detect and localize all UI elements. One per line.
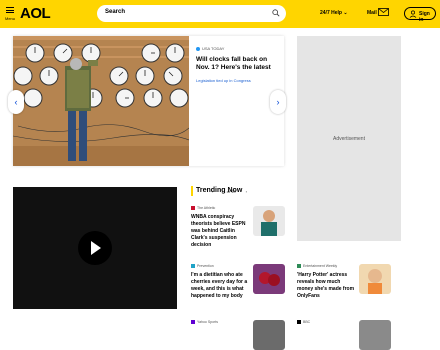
trending-thumbnail[interactable]	[253, 206, 285, 236]
menu-label: Menu	[5, 16, 16, 21]
trending-thumbnail[interactable]	[359, 264, 391, 294]
yahoo-sports-logo-icon	[191, 320, 195, 324]
hero-source-label: USA TODAY	[202, 46, 225, 51]
trending-source-label: Yahoo Sports	[197, 320, 218, 324]
hero-sublink[interactable]: Legislation tied up in Congress	[196, 78, 280, 83]
pager-next-icon[interactable]: ›	[246, 189, 247, 194]
entertainment-weekly-logo-icon	[297, 264, 301, 268]
carousel-next-button[interactable]: ›	[270, 90, 286, 114]
sign-in-button[interactable]: Sign in	[404, 7, 436, 23]
trending-headline[interactable]: I'm a dietitian who ate cherries every d…	[191, 272, 251, 300]
trending-source-label: Entertainment Weekly	[303, 264, 338, 268]
trending-thumbnail[interactable]	[253, 264, 285, 294]
help-menu[interactable]: 24/7 Help ⌄	[320, 10, 348, 16]
trending-source-label: Prevention	[197, 264, 214, 268]
aol-logo[interactable]: AOL	[20, 5, 51, 22]
trending-source-label: BBC	[303, 320, 311, 324]
ad-slot[interactable]: Advertisement	[297, 36, 401, 241]
trending-card[interactable]: BBC	[297, 320, 392, 350]
play-icon[interactable]	[78, 231, 112, 265]
the-athletic-logo-icon	[191, 206, 195, 210]
hamburger-icon	[6, 7, 14, 13]
prevention-logo-icon	[191, 264, 195, 268]
search-icon[interactable]	[272, 9, 280, 17]
trending-accent-bar	[191, 186, 193, 196]
carousel-prev-button[interactable]: ‹	[8, 90, 24, 114]
trending-heading: Trending Now	[196, 187, 243, 194]
trending-card[interactable]: Yahoo Sports	[191, 320, 286, 350]
sign-in-icon	[409, 10, 417, 18]
mail-link[interactable]: Mail	[367, 10, 377, 16]
trending-card[interactable]: Entertainment Weekly 'Harry Potter' actr…	[297, 264, 392, 300]
bbc-logo-icon	[297, 320, 301, 324]
video-player[interactable]	[13, 187, 177, 309]
ad-label: Advertisement	[333, 136, 365, 142]
envelope-icon[interactable]	[378, 8, 389, 16]
trending-card[interactable]: The Athletic WNBA conspiracy theorists b…	[191, 206, 286, 249]
trending-headline[interactable]: WNBA conspiracy theorists believe ESPN w…	[191, 214, 251, 249]
hero-source: USA TODAY	[196, 46, 280, 51]
chevron-right-icon: ›	[276, 97, 280, 107]
chevron-down-icon: ⌄	[343, 10, 348, 16]
trending-headline[interactable]: 'Harry Potter' actress reveals how much …	[297, 272, 357, 300]
search-input[interactable]: Search	[105, 9, 125, 15]
hero-image[interactable]	[13, 36, 189, 166]
trending-source-label: The Athletic	[197, 206, 216, 210]
trending-card[interactable]: Prevention I'm a dietitian who ate cherr…	[191, 264, 286, 300]
trending-thumbnail[interactable]	[253, 320, 285, 350]
hero-text: USA TODAY Will clocks fall back on Nov. …	[196, 46, 280, 83]
hero-headline[interactable]: Will clocks fall back on Nov. 1? Here's …	[196, 56, 280, 72]
search-bar[interactable]: Search	[97, 5, 286, 22]
hero-carousel[interactable]: USA TODAY Will clocks fall back on Nov. …	[13, 36, 284, 194]
help-label: 24/7 Help	[320, 10, 342, 16]
sign-in-label: Sign in	[419, 11, 430, 23]
chevron-left-icon: ‹	[14, 97, 18, 107]
trending-thumbnail[interactable]	[359, 320, 391, 350]
usa-today-logo-icon	[196, 46, 200, 51]
top-header: Menu AOL Search 24/7 Help ⌄ Mail Sign in	[0, 0, 440, 28]
